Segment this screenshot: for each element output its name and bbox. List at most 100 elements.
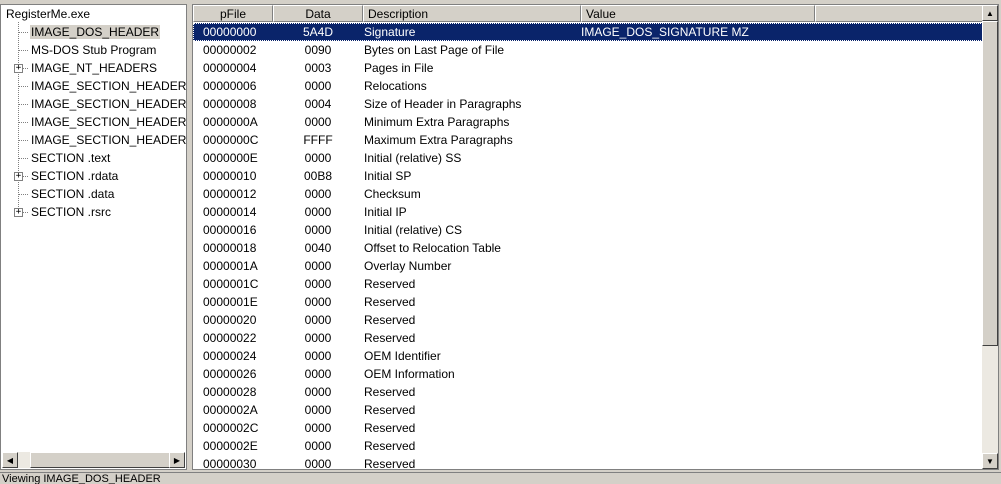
cell-description: Reserved — [364, 277, 416, 291]
list-header: pFile Data Description Value — [193, 5, 983, 22]
cell-value — [581, 95, 811, 113]
table-row[interactable]: 0000000A 0000 Minimum Extra Paragraphs — [193, 113, 983, 131]
expand-plus-icon[interactable]: + — [14, 208, 23, 217]
tree-item[interactable]: IMAGE_SECTION_HEADER .rsrc — [30, 132, 186, 149]
tree-horizontal-scrollbar[interactable]: ◀ ▶ — [2, 452, 185, 468]
tree-view[interactable]: RegisterMe.exe IMAGE_DOS_HEADER MS-DOS St… — [0, 4, 187, 470]
tree-horizontal-connector — [19, 86, 28, 87]
cell-data: 0000 — [304, 259, 332, 273]
cell-description: Reserved — [364, 385, 416, 399]
table-row[interactable]: 0000001E 0000 Reserved — [193, 293, 983, 311]
table-row[interactable]: 00000028 0000 Reserved — [193, 383, 983, 401]
tree-item-label: IMAGE_SECTION_HEADER .data — [31, 115, 187, 129]
table-row[interactable]: 0000002E 0000 Reserved — [193, 437, 983, 455]
cell-pfile: 00000030 — [203, 457, 257, 470]
table-row[interactable]: 0000000E 0000 Initial (relative) SS — [193, 149, 983, 167]
table-row[interactable]: 0000002A 0000 Reserved — [193, 401, 983, 419]
field-list-view[interactable]: pFile Data Description Value 00000000 5A4… — [192, 4, 999, 470]
cell-description: Minimum Extra Paragraphs — [364, 115, 510, 129]
tree-item-label: SECTION .rsrc — [31, 205, 111, 219]
cell-pfile: 00000010 — [203, 169, 257, 183]
cell-data: 0000 — [304, 385, 332, 399]
cell-data: 0000 — [304, 313, 332, 327]
column-header-description[interactable]: Description — [363, 5, 581, 22]
table-row[interactable]: 00000026 0000 OEM Information — [193, 365, 983, 383]
tree-item[interactable]: + SECTION .rsrc — [14, 204, 112, 221]
cell-value — [581, 185, 811, 203]
cell-value — [581, 329, 811, 347]
tree-item[interactable]: IMAGE_SECTION_HEADER .text — [30, 78, 186, 95]
cell-value: IMAGE_DOS_SIGNATURE MZ — [581, 25, 749, 39]
table-row[interactable]: 00000016 0000 Initial (relative) CS — [193, 221, 983, 239]
table-row[interactable]: 00000014 0000 Initial IP — [193, 203, 983, 221]
list-vscroll-thumb[interactable] — [982, 21, 998, 346]
cell-value — [581, 77, 811, 95]
tree-hscroll-thumb[interactable] — [30, 452, 170, 468]
cell-pfile: 00000022 — [203, 331, 257, 345]
expand-plus-icon[interactable]: + — [14, 64, 23, 73]
tree-item[interactable]: + SECTION .rdata — [14, 168, 119, 185]
cell-pfile: 0000000A — [203, 115, 258, 129]
cell-description: OEM Information — [364, 367, 455, 381]
scroll-up-button[interactable]: ▲ — [982, 5, 998, 21]
list-vertical-scrollbar[interactable]: ▲ ▼ — [982, 5, 998, 469]
table-row[interactable]: 00000010 00B8 Initial SP — [193, 167, 983, 185]
cell-description: Pages in File — [364, 61, 434, 75]
status-text: Viewing IMAGE_DOS_HEADER — [2, 473, 161, 484]
column-header-value[interactable]: Value — [581, 5, 815, 22]
cell-description: Reserved — [364, 295, 416, 309]
column-header-filler — [815, 5, 983, 22]
cell-description: Reserved — [364, 457, 416, 470]
table-row[interactable]: 00000018 0040 Offset to Relocation Table — [193, 239, 983, 257]
column-header-pfile[interactable]: pFile — [193, 5, 273, 22]
tree-item[interactable]: IMAGE_DOS_HEADER — [30, 24, 161, 41]
cell-data: 0000 — [304, 331, 332, 345]
tree-horizontal-connector — [19, 140, 28, 141]
cell-data: 0000 — [304, 295, 332, 309]
cell-pfile: 00000018 — [203, 241, 257, 255]
cell-pfile: 0000002E — [203, 439, 258, 453]
table-row[interactable]: 00000008 0004 Size of Header in Paragraphs — [193, 95, 983, 113]
cell-description: Checksum — [364, 187, 421, 201]
table-row[interactable]: 00000006 0000 Relocations — [193, 77, 983, 95]
tree-item[interactable]: IMAGE_SECTION_HEADER .rdata — [30, 96, 187, 113]
tree-root[interactable]: RegisterMe.exe — [5, 6, 91, 23]
scroll-down-button[interactable]: ▼ — [982, 453, 998, 469]
expand-plus-icon[interactable]: + — [14, 172, 23, 181]
status-bar: Viewing IMAGE_DOS_HEADER — [0, 472, 1001, 484]
cell-data: 0000 — [304, 421, 332, 435]
table-row[interactable]: 0000001C 0000 Reserved — [193, 275, 983, 293]
tree-item[interactable]: MS-DOS Stub Program — [30, 42, 157, 59]
cell-pfile: 00000006 — [203, 79, 257, 93]
table-row[interactable]: 0000000C FFFF Maximum Extra Paragraphs — [193, 131, 983, 149]
table-row[interactable]: 00000022 0000 Reserved — [193, 329, 983, 347]
cell-pfile: 0000000E — [203, 151, 258, 165]
table-row[interactable]: 00000004 0003 Pages in File — [193, 59, 983, 77]
cell-value — [581, 113, 811, 131]
cell-data: 00B8 — [303, 169, 333, 183]
table-row[interactable]: 00000002 0090 Bytes on Last Page of File — [193, 41, 983, 59]
cell-data: 0000 — [304, 223, 332, 237]
table-row[interactable]: 00000012 0000 Checksum — [193, 185, 983, 203]
tree-item[interactable]: SECTION .text — [30, 150, 111, 167]
table-row[interactable]: 0000002C 0000 Reserved — [193, 419, 983, 437]
scroll-right-button[interactable]: ▶ — [169, 452, 185, 468]
tree-item[interactable]: + IMAGE_NT_HEADERS — [14, 60, 158, 77]
tree-item[interactable]: IMAGE_SECTION_HEADER .data — [30, 114, 187, 131]
table-row[interactable]: 00000020 0000 Reserved — [193, 311, 983, 329]
table-row[interactable]: 00000000 5A4D Signature IMAGE_DOS_SIGNATURE… — [193, 23, 983, 41]
table-row[interactable]: 0000001A 0000 Overlay Number — [193, 257, 983, 275]
cell-data: 0000 — [304, 115, 332, 129]
cell-data: 5A4D — [302, 25, 334, 39]
scroll-left-button[interactable]: ◀ — [2, 452, 18, 468]
tree-item-label: IMAGE_SECTION_HEADER .rdata — [31, 97, 187, 111]
cell-data: 0000 — [304, 403, 332, 417]
cell-pfile: 00000020 — [203, 313, 257, 327]
column-header-data[interactable]: Data — [273, 5, 363, 22]
table-row[interactable]: 00000030 0000 Reserved — [193, 455, 983, 470]
tree-item[interactable]: SECTION .data — [30, 186, 115, 203]
tree-horizontal-connector — [19, 122, 28, 123]
table-row[interactable]: 00000024 0000 OEM Identifier — [193, 347, 983, 365]
cell-description: Reserved — [364, 403, 416, 417]
cell-description: Overlay Number — [364, 259, 452, 273]
